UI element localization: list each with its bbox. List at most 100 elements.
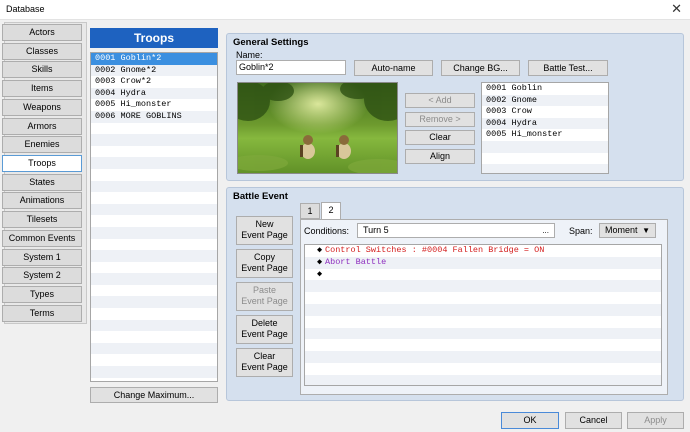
empty-row xyxy=(91,157,217,169)
empty-row xyxy=(305,315,661,328)
span-label: Span: xyxy=(569,226,593,236)
list-item[interactable]: 0002 Gnome xyxy=(482,94,608,107)
category-weapons[interactable]: Weapons xyxy=(2,99,82,116)
category-animations[interactable]: Animations xyxy=(2,192,82,209)
button-line: Delete xyxy=(251,318,278,328)
empty-row xyxy=(91,296,217,309)
category-common-events[interactable]: Common Events xyxy=(2,230,82,247)
empty-row xyxy=(305,280,661,293)
conditions-field[interactable]: Turn 5 ... xyxy=(357,223,555,238)
list-item[interactable]: 0006 MORE GOBLINS xyxy=(91,110,217,123)
window-title: Database xyxy=(6,4,45,14)
list-item[interactable]: 0004 Hydra xyxy=(482,117,608,130)
button-line: Event Page xyxy=(241,230,288,240)
troops-list[interactable]: 0001 Goblin*2 0002 Gnome*2 0003 Crow*2 0… xyxy=(90,52,218,382)
add-enemy-button[interactable]: < Add xyxy=(405,93,475,108)
diamond-icon: ◆ xyxy=(317,245,323,255)
empty-row xyxy=(91,226,217,239)
list-item[interactable]: 0005 Hi_monster xyxy=(482,129,608,141)
align-enemies-button[interactable]: Align xyxy=(405,149,475,164)
ellipsis-icon: ... xyxy=(542,226,549,235)
change-bg-button[interactable]: Change BG... xyxy=(441,60,520,76)
category-troops[interactable]: Troops xyxy=(2,155,82,172)
empty-row xyxy=(91,238,217,251)
empty-row xyxy=(91,134,217,146)
empty-row xyxy=(91,308,217,320)
event-command-list[interactable]: ◆ Control Switches : #0004 Fallen Bridge … xyxy=(304,244,662,386)
empty-row xyxy=(91,366,217,378)
empty-row xyxy=(91,192,217,204)
conditions-value: Turn 5 xyxy=(363,225,389,235)
battle-event-title: Battle Event xyxy=(233,191,288,202)
tab-page-2[interactable]: 2 xyxy=(321,202,341,220)
empty-row xyxy=(305,292,661,304)
list-item[interactable]: 0005 Hi_monster xyxy=(91,99,217,111)
command-text: Control Switches : #0004 Fallen Bridge =… xyxy=(325,245,545,255)
apply-button[interactable]: Apply xyxy=(627,412,684,429)
list-item[interactable]: 0003 Crow xyxy=(482,106,608,118)
span-value: Moment xyxy=(605,225,638,235)
category-items[interactable]: Items xyxy=(2,80,82,97)
category-system-1[interactable]: System 1 xyxy=(2,249,82,266)
category-actors[interactable]: Actors xyxy=(2,24,82,41)
span-select[interactable]: Moment ▼ xyxy=(599,223,656,238)
general-settings-title: General Settings xyxy=(233,37,309,48)
button-line: Event Page xyxy=(241,362,288,372)
empty-row xyxy=(91,122,217,135)
clear-enemies-button[interactable]: Clear xyxy=(405,130,475,145)
command-row[interactable]: ◆ Control Switches : #0004 Fallen Bridge … xyxy=(305,245,661,257)
ok-button[interactable]: OK xyxy=(501,412,559,429)
empty-row xyxy=(91,342,217,355)
change-maximum-button[interactable]: Change Maximum... xyxy=(90,387,218,403)
category-skills[interactable]: Skills xyxy=(2,61,82,78)
list-item[interactable]: 0003 Crow*2 xyxy=(91,76,217,88)
empty-row xyxy=(482,164,608,173)
category-classes[interactable]: Classes xyxy=(2,43,82,60)
paste-event-page-button[interactable]: Paste Event Page xyxy=(236,282,293,311)
category-states[interactable]: States xyxy=(2,174,82,191)
auto-name-button[interactable]: Auto-name xyxy=(354,60,433,76)
enemy-list[interactable]: 0001 Goblin 0002 Gnome 0003 Crow 0004 Hy… xyxy=(481,82,609,174)
battle-preview[interactable] xyxy=(237,82,398,174)
list-item[interactable]: 0001 Goblin*2 xyxy=(91,53,217,65)
empty-row xyxy=(91,180,217,193)
window-titlebar: Database ✕ xyxy=(0,0,690,20)
diamond-icon: ◆ xyxy=(317,256,323,267)
empty-row xyxy=(305,303,661,316)
empty-row xyxy=(91,168,217,181)
empty-row xyxy=(305,327,661,340)
delete-event-page-button[interactable]: Delete Event Page xyxy=(236,315,293,344)
name-label: Name: xyxy=(236,50,263,60)
category-types[interactable]: Types xyxy=(2,286,82,303)
list-item[interactable]: 0001 Goblin xyxy=(482,83,608,95)
category-tilesets[interactable]: Tilesets xyxy=(2,211,82,228)
new-event-page-button[interactable]: New Event Page xyxy=(236,216,293,245)
tab-page-1[interactable]: 1 xyxy=(300,203,320,219)
command-row[interactable]: ◆ Abort Battle xyxy=(305,256,661,269)
command-row[interactable]: ◆ xyxy=(305,268,661,281)
empty-row xyxy=(482,152,608,165)
empty-row xyxy=(91,284,217,297)
list-item[interactable]: 0002 Gnome*2 xyxy=(91,64,217,77)
copy-event-page-button[interactable]: Copy Event Page xyxy=(236,249,293,278)
empty-row xyxy=(91,261,217,274)
category-terms[interactable]: Terms xyxy=(2,305,82,322)
list-item[interactable]: 0004 Hydra xyxy=(91,87,217,100)
button-line: New xyxy=(255,219,274,229)
close-icon[interactable]: ✕ xyxy=(671,2,682,16)
empty-row xyxy=(91,203,217,216)
clear-event-page-button[interactable]: Clear Event Page xyxy=(236,348,293,377)
button-line: Event Page xyxy=(241,263,288,273)
empty-row xyxy=(91,273,217,285)
empty-row xyxy=(305,351,661,363)
cancel-button[interactable]: Cancel xyxy=(565,412,622,429)
category-enemies[interactable]: Enemies xyxy=(2,136,82,153)
empty-row xyxy=(91,319,217,332)
battle-test-button[interactable]: Battle Test... xyxy=(528,60,608,76)
category-system-2[interactable]: System 2 xyxy=(2,267,82,284)
chevron-down-icon: ▼ xyxy=(642,226,650,235)
name-input[interactable]: Goblin*2 xyxy=(236,60,346,75)
troops-header: Troops xyxy=(90,28,218,48)
remove-enemy-button[interactable]: Remove > xyxy=(405,112,475,127)
category-armors[interactable]: Armors xyxy=(2,118,82,135)
